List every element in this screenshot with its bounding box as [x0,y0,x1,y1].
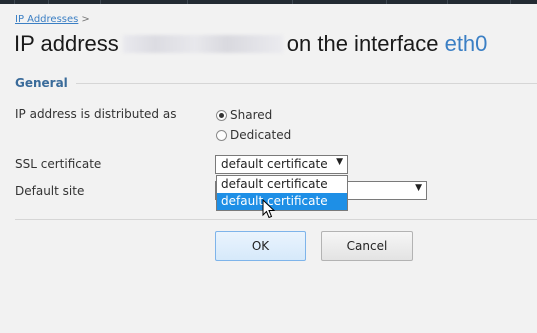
ssl-certificate-selected-value: default certificate [221,157,328,171]
arrow-pointer-icon [262,199,276,219]
radio-shared[interactable] [216,109,227,121]
chevron-down-icon: ▼ [336,157,343,167]
distribution-label: IP address is distributed as [15,107,177,121]
section-legend-general: General [15,76,76,90]
interface-name: eth0 [444,31,488,56]
page-title-middle: on the interface [286,31,439,56]
default-site-label: Default site [15,184,85,198]
ssl-certificate-label: SSL certificate [15,157,102,171]
ok-button[interactable]: OK [215,231,306,261]
radio-dedicated-label[interactable]: Dedicated [230,128,291,142]
radio-option-shared[interactable]: Shared [216,108,272,122]
redacted-ip-address [122,35,283,53]
ssl-certificate-select[interactable]: default certificate ▼ [215,155,348,174]
dropdown-option-highlighted[interactable]: default certificate [217,193,347,210]
cancel-button[interactable]: Cancel [321,231,413,261]
breadcrumb: IP Addresses > [15,14,90,25]
radio-option-dedicated[interactable]: Dedicated [216,128,291,142]
radio-shared-label[interactable]: Shared [230,108,272,122]
form-divider [15,219,537,220]
page-title: IP address on the interface eth0 [14,31,487,57]
dropdown-option[interactable]: default certificate [217,176,347,193]
breadcrumb-link-ip-addresses[interactable]: IP Addresses [15,14,78,25]
ssl-certificate-dropdown-list[interactable]: default certificate default certificate [216,175,348,211]
page-title-prefix: IP address [14,31,119,56]
section-divider [15,83,537,84]
radio-dedicated[interactable] [216,129,227,141]
top-toolbar-strip [0,0,537,4]
breadcrumb-separator: > [81,14,90,25]
chevron-down-icon: ▼ [415,183,422,193]
